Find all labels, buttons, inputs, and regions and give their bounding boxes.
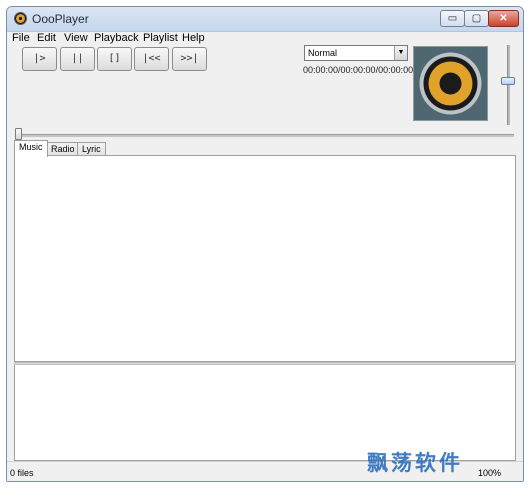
title-bar[interactable]: OooPlayer ▭ ▢ ✕ xyxy=(7,7,523,32)
maximize-button[interactable]: ▢ xyxy=(464,10,489,27)
tab-music[interactable]: Music xyxy=(14,140,48,157)
time-display: 00:00:00/00:00:00/00:00:00 xyxy=(303,65,414,75)
menu-bar: File Edit View Playback Playlist Help xyxy=(7,31,523,46)
chevron-down-icon[interactable]: ▼ xyxy=(394,46,407,60)
volume-slider[interactable] xyxy=(500,45,516,125)
minimize-button[interactable]: ▭ xyxy=(440,10,465,27)
volume-percent: 100% xyxy=(477,468,501,478)
tab-radio[interactable]: Radio xyxy=(46,142,80,156)
menu-file[interactable]: File xyxy=(12,32,30,44)
watermark-text: 飘荡软件 xyxy=(367,450,463,475)
pause-button[interactable]: || xyxy=(60,47,95,71)
stop-button[interactable]: [] xyxy=(97,47,132,71)
menu-edit[interactable]: Edit xyxy=(37,32,56,44)
next-button[interactable]: >>| xyxy=(172,47,207,71)
seek-slider[interactable] xyxy=(15,128,514,140)
volume-thumb[interactable] xyxy=(501,77,515,85)
app-speaker-icon xyxy=(14,12,27,25)
menu-playback[interactable]: Playback xyxy=(94,32,139,44)
speaker-icon xyxy=(419,52,482,115)
tab-lyric[interactable]: Lyric xyxy=(77,142,106,156)
window-title: OooPlayer xyxy=(32,12,89,26)
album-art xyxy=(413,46,488,121)
previous-button[interactable]: |<< xyxy=(134,47,169,71)
player-window: OooPlayer ▭ ▢ ✕ File Edit View Playback … xyxy=(6,6,524,482)
menu-help[interactable]: Help xyxy=(182,32,205,44)
playback-mode-value: Normal xyxy=(308,48,338,58)
seek-thumb[interactable] xyxy=(15,128,22,140)
seek-groove xyxy=(15,134,514,137)
playback-mode-select[interactable]: Normal ▼ xyxy=(304,45,408,61)
play-button[interactable]: |> xyxy=(22,47,57,71)
volume-groove xyxy=(507,45,510,125)
close-button[interactable]: ✕ xyxy=(488,10,519,27)
playlist-area[interactable] xyxy=(14,155,516,362)
file-count: 0 files xyxy=(10,468,34,478)
menu-view[interactable]: View xyxy=(64,32,88,44)
menu-playlist[interactable]: Playlist xyxy=(143,32,178,44)
